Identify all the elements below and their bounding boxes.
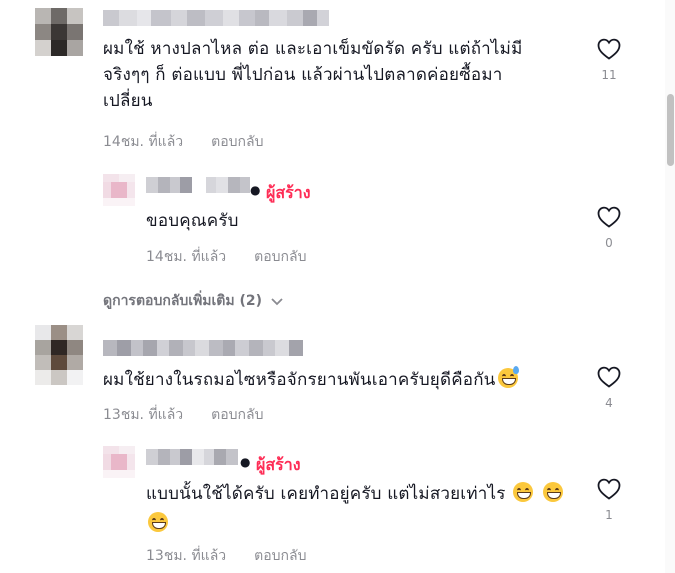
comment-text-line: เปลี่ยน: [103, 91, 153, 111]
like-button[interactable]: 1: [594, 478, 624, 522]
comment-meta: 13ชม. ที่แล้ว ตอบกลับ: [103, 404, 263, 426]
comment-text-line: จริงๆๆ ก็ ต่อแบบ พี่ไปก่อน แล้วผ่านไปตลา…: [103, 65, 503, 85]
comment-text: ผมใช้ หางปลาไหล ต่อ และเอาเข็มขัดรัด ครั…: [103, 36, 573, 114]
heart-icon[interactable]: [597, 366, 621, 388]
reply-time: 13ชม. ที่แล้ว: [146, 548, 227, 564]
scrollbar-track[interactable]: [665, 0, 675, 573]
grin-emoji: [148, 512, 168, 532]
like-button[interactable]: 11: [594, 38, 624, 82]
comment-text-content: ผมใช้ยางในรถมอไซหรือจักรยานพันเอาครับยุด…: [103, 370, 496, 390]
avatar[interactable]: [35, 325, 83, 385]
sweat-smile-emoji: [497, 366, 519, 388]
avatar[interactable]: [35, 8, 83, 56]
comment-text-line: ผมใช้ หางปลาไหล ต่อ และเอาเข็มขัดรัด ครั…: [103, 39, 523, 59]
comment-meta: 14ชม. ที่แล้ว ตอบกลับ: [103, 131, 263, 153]
avatar[interactable]: [103, 174, 135, 206]
grin-emoji: [542, 482, 563, 502]
comment-text: ผมใช้ยางในรถมอไซหรือจักรยานพันเอาครับยุด…: [103, 366, 520, 393]
reply-button[interactable]: ตอบกลับ: [211, 404, 263, 426]
reply-time: 14ชม. ที่แล้ว: [146, 249, 227, 265]
like-count: 11: [601, 68, 617, 82]
like-button[interactable]: 4: [594, 366, 624, 410]
like-count: 0: [605, 236, 613, 250]
avatar[interactable]: [103, 446, 135, 478]
username-blurred[interactable]: [146, 449, 238, 465]
reply-button[interactable]: ตอบกลับ: [254, 246, 306, 268]
like-count: 4: [605, 396, 613, 410]
creator-badge: ผู้สร้าง: [266, 183, 311, 202]
reply-text: ขอบคุณครับ: [146, 211, 239, 231]
username-blurred[interactable]: [103, 340, 303, 356]
creator-badge: ผู้สร้าง: [256, 455, 301, 474]
like-button[interactable]: 0: [594, 206, 624, 250]
heart-icon[interactable]: [597, 206, 621, 228]
heart-icon[interactable]: [597, 38, 621, 60]
like-count: 1: [605, 508, 613, 522]
comment-time: 14ชม. ที่แล้ว: [103, 134, 184, 150]
separator-dot: ●: [240, 455, 251, 469]
view-more-replies-label: ดูการตอบกลับเพิ่มเติม (2): [103, 293, 263, 309]
username-blurred[interactable]: [146, 177, 250, 193]
reply-button[interactable]: ตอบกลับ: [211, 131, 263, 153]
username-blurred[interactable]: [103, 10, 329, 26]
reply-meta: 14ชม. ที่แล้ว ตอบกลับ: [146, 246, 306, 268]
reply-meta: 13ชม. ที่แล้ว ตอบกลับ: [146, 545, 306, 567]
separator-dot: ●: [250, 183, 261, 197]
reply-button[interactable]: ตอบกลับ: [254, 545, 306, 567]
scrollbar-thumb[interactable]: [667, 94, 674, 166]
view-more-replies[interactable]: ดูการตอบกลับเพิ่มเติม (2): [103, 290, 284, 312]
heart-icon[interactable]: [597, 478, 621, 500]
chevron-down-icon: [271, 298, 283, 306]
reply-text: แบบนั้นใช้ได้ครับ เคยทำอยู่ครับ แต่ไม่สว…: [146, 479, 586, 539]
comment-time: 13ชม. ที่แล้ว: [103, 407, 184, 423]
reply-text-content: แบบนั้นใช้ได้ครับ เคยทำอยู่ครับ แต่ไม่สว…: [146, 484, 506, 504]
grin-emoji: [513, 482, 534, 502]
